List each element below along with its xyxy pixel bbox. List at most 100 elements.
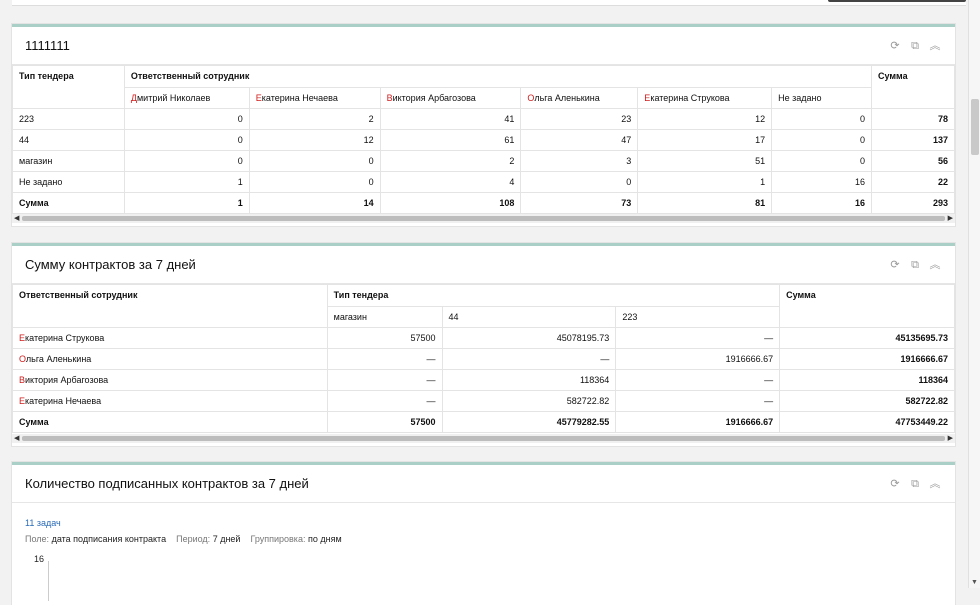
table-cell: 47 [520, 129, 639, 151]
table-cell: 0 [248, 150, 381, 172]
widget-toolbar: ⟳ ⧉ ︽ [889, 259, 941, 271]
name-rest: митрий Николаев [136, 93, 211, 103]
row-sum-cell: 293 [871, 192, 955, 214]
row-label: Не задано [12, 171, 125, 193]
refresh-icon[interactable]: ⟳ [889, 259, 901, 271]
employee-column-header: Дмитрий Николаев [123, 87, 250, 109]
table-row: 44 0 12 61 47 17 0 137 [12, 129, 955, 151]
row-label: 44 [12, 129, 125, 151]
column-header-sum: Сумма [779, 284, 955, 328]
table-cell: 1 [123, 171, 250, 193]
name-rest: катерина Струкова [650, 93, 730, 103]
external-link-icon[interactable]: ⧉ [909, 478, 921, 490]
table-cell: 17 [637, 129, 773, 151]
name-rest: иктория Арбагозова [25, 375, 109, 385]
scroll-left-arrow-icon[interactable]: ◀ [14, 214, 19, 223]
name-rest: льга Аленькина [534, 93, 600, 103]
table-row: Екатерина Нечаева —582722.82—582722.82 [12, 390, 955, 412]
employee-column-header: Екатерина Нечаева [248, 87, 381, 109]
widget-header: 1111111 ⟳ ⧉ ︽ [12, 27, 955, 65]
table-cell: 3 [520, 150, 639, 172]
row-label: 223 [12, 108, 125, 130]
external-link-icon[interactable]: ⧉ [909, 40, 921, 52]
scroll-thumb[interactable] [22, 436, 945, 441]
table-cell: 14 [248, 192, 381, 214]
table-cell: 1 [637, 171, 773, 193]
row-sum-cell: 78 [871, 108, 955, 130]
row-label: Екатерина Нечаева [12, 390, 328, 412]
page-scroll-thumb[interactable] [971, 99, 979, 155]
table-horizontal-scrollbar[interactable]: ◀ ▶ [12, 434, 955, 443]
collapse-icon[interactable]: ︽ [929, 478, 941, 490]
table-cell: — [326, 390, 443, 412]
scroll-down-arrow-icon[interactable]: ▼ [971, 579, 978, 586]
table-cell: 1916666.67 [615, 411, 781, 433]
row-sum-cell: 56 [871, 150, 955, 172]
total-row: Сумма 57500 45779282.55 1916666.67 47753449.… [12, 411, 955, 433]
table-cell: 0 [771, 150, 873, 172]
table-cell: 582722.82 [441, 390, 617, 412]
employee-column-header: Ольга Аленькина [520, 87, 639, 109]
column-header-tender-type: Тип тендера [12, 65, 125, 109]
scroll-right-arrow-icon[interactable]: ▶ [948, 214, 953, 223]
employee-column-header: Екатерина Струкова [637, 87, 773, 109]
period-label: Период: [176, 534, 211, 544]
table-cell: 45078195.73 [441, 327, 617, 349]
collapse-icon[interactable]: ︽ [929, 259, 941, 271]
grouping-label: Группировка: [250, 534, 306, 544]
column-group-employee: Ответственный сотрудник [123, 65, 873, 88]
row-label: Сумма [12, 192, 125, 214]
collapse-icon[interactable]: ︽ [929, 40, 941, 52]
table-cell: 57500 [326, 327, 443, 349]
pivot-table: Ответственный сотрудник Тип тендера Сумм… [12, 284, 955, 433]
refresh-icon[interactable]: ⟳ [889, 40, 901, 52]
table-cell: 4 [379, 171, 522, 193]
name-rest: иктория Арбагозова [392, 93, 476, 103]
table-cell: 1916666.67 [615, 348, 781, 370]
field-value: дата подписания контракта [51, 534, 167, 544]
row-sum-cell: 582722.82 [779, 390, 955, 412]
external-link-icon[interactable]: ⧉ [909, 259, 921, 271]
y-axis-tick-label: 16 [34, 554, 45, 564]
table-cell: 41 [379, 108, 522, 130]
row-sum-cell: 137 [871, 129, 955, 151]
widget-title: Сумму контрактов за 7 дней [25, 257, 196, 272]
table-cell: 16 [771, 171, 873, 193]
row-sum-cell: 47753449.22 [779, 411, 955, 433]
table-row: 223 0 2 41 23 12 0 78 [12, 108, 955, 130]
table-row: Не задано 1 0 4 0 1 16 22 [12, 171, 955, 193]
table-cell: 61 [379, 129, 522, 151]
scroll-right-arrow-icon[interactable]: ▶ [948, 434, 953, 443]
table-cell: 57500 [326, 411, 443, 433]
table-cell: — [326, 348, 443, 370]
table-row: магазин 0 0 2 3 51 0 56 [12, 150, 955, 172]
table-row: Сумма 1 14 108 73 81 16 293 [12, 192, 955, 214]
table-cell: 2 [248, 108, 381, 130]
tasks-count-link[interactable]: 11 задач [25, 518, 61, 528]
scroll-thumb[interactable] [22, 216, 945, 221]
table-cell: 0 [771, 129, 873, 151]
name-rest: льга Аленькина [25, 354, 92, 364]
table-cell: 73 [520, 192, 639, 214]
widget-signed-contracts: Количество подписанных контрактов за 7 д… [12, 462, 955, 605]
widget-toolbar: ⟳ ⧉ ︽ [889, 40, 941, 52]
refresh-icon[interactable]: ⟳ [889, 478, 901, 490]
widget-tender-by-employee: 1111111 ⟳ ⧉ ︽ Тип тендера Ответственный … [12, 24, 955, 226]
table-cell: 12 [637, 108, 773, 130]
tender-type-column-header: 223 [615, 306, 781, 328]
table-cell: 0 [771, 108, 873, 130]
table-cell: 16 [771, 192, 873, 214]
scroll-left-arrow-icon[interactable]: ◀ [14, 434, 19, 443]
column-header-sum: Сумма [871, 65, 955, 109]
row-label: Ольга Аленькина [12, 348, 328, 370]
table-cell: — [326, 369, 443, 391]
table-horizontal-scrollbar[interactable]: ◀ ▶ [12, 214, 955, 223]
table-cell: 0 [520, 171, 639, 193]
tender-type-column-header: 44 [441, 306, 617, 328]
row-sum-cell: 1916666.67 [779, 348, 955, 370]
table-cell: 1 [123, 192, 250, 214]
name-initial: О [19, 354, 26, 364]
table-row: Екатерина Струкова 57500 45078195.73—45135… [12, 327, 955, 349]
page-scrollbar[interactable]: ▼ [968, 0, 980, 588]
top-button-edge[interactable] [828, 0, 966, 2]
